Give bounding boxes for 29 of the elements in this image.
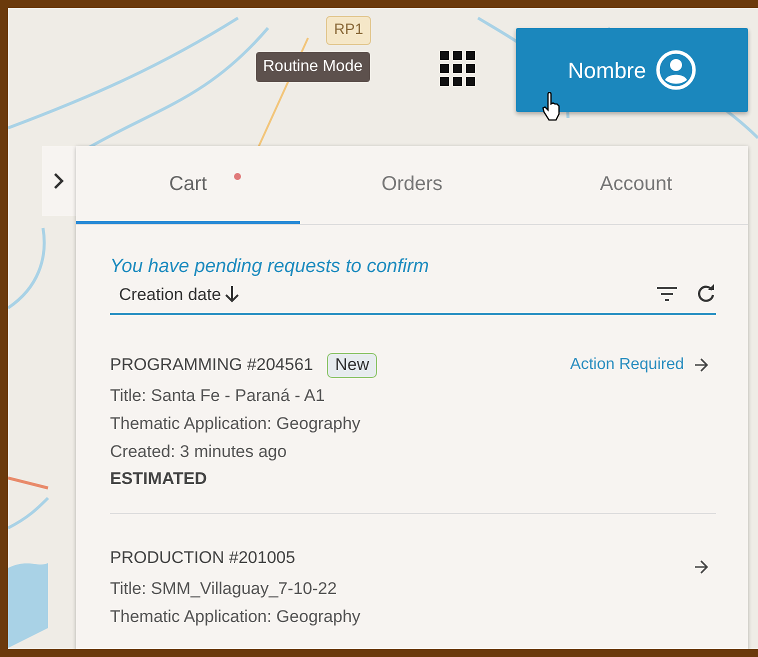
refresh-button[interactable]: [696, 284, 716, 304]
order-heading: PROGRAMMING #204561: [110, 354, 314, 376]
tab[interactable]: Orders: [300, 146, 524, 224]
order-state: ESTIMATED: [110, 468, 208, 490]
road-label: RP1: [326, 16, 372, 44]
filter-button[interactable]: [656, 286, 678, 302]
tab[interactable]: Cart: [76, 146, 300, 224]
order-detail: Title: Santa Fe - Paraná - A1: [110, 385, 326, 408]
expand-button[interactable]: [42, 146, 76, 216]
user-button[interactable]: Nombre: [516, 28, 748, 112]
apps-grid-icon[interactable]: [440, 51, 476, 87]
notice-text: You have pending requests to confirm: [110, 255, 430, 279]
arrow-down-icon: [224, 285, 240, 304]
open-order-button[interactable]: [694, 560, 708, 574]
new-tag: New: [327, 352, 378, 378]
arrow-right-icon: [694, 560, 708, 574]
user-icon: [656, 50, 696, 90]
order-detail: Thematic Application: Geography: [110, 606, 362, 628]
sort-button[interactable]: Creation date: [119, 282, 240, 308]
order-heading: PRODUCTION #201005: [110, 546, 296, 569]
tab[interactable]: Account: [524, 146, 748, 224]
action-link[interactable]: Action Required: [570, 353, 708, 378]
pointer-cursor-icon: [542, 92, 562, 122]
arrow-right-icon: [694, 358, 708, 372]
chevron-right-icon: [53, 172, 65, 190]
order-detail: Created: 3 minutes ago: [110, 441, 288, 464]
mode-tooltip: Routine Mode: [256, 52, 370, 82]
order-detail: Title: SMM_Villaguay_7-10-22: [110, 578, 338, 600]
order-detail: Thematic Application: Geography: [110, 413, 362, 436]
